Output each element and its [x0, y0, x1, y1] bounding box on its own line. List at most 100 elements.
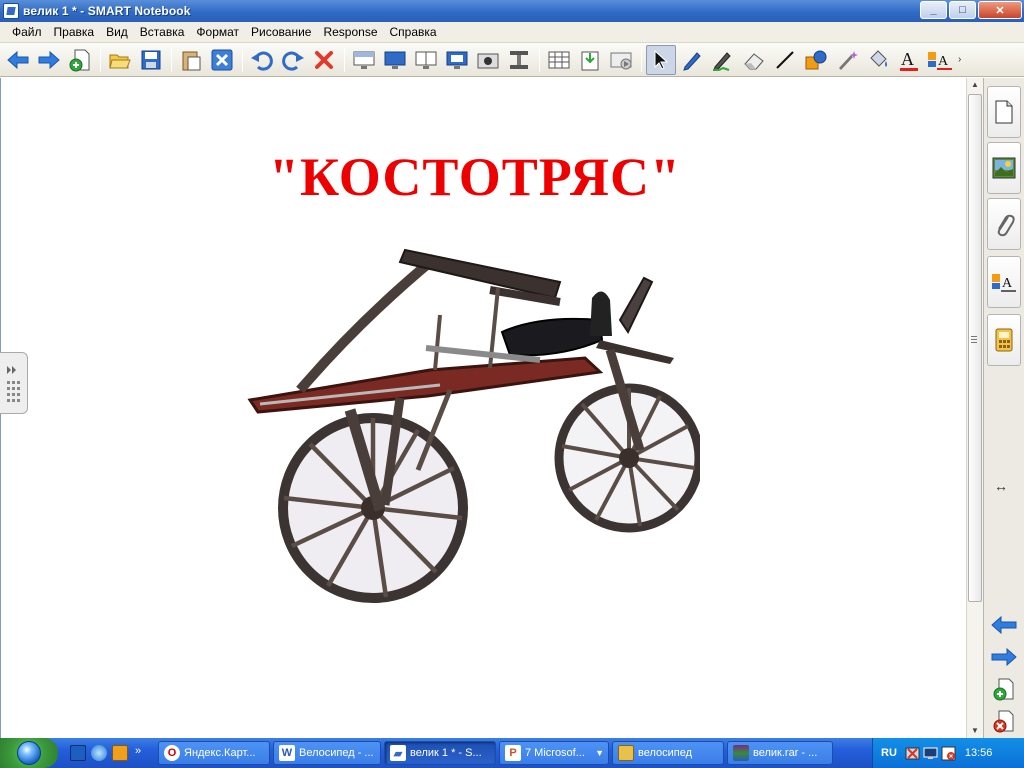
svg-text:A: A [901, 49, 914, 69]
clock[interactable]: 13:56 [965, 747, 993, 759]
quick-launch: » [70, 745, 151, 761]
winrar-icon [733, 745, 749, 761]
menu-view[interactable]: Вид [100, 25, 134, 39]
screen-shade-icon[interactable] [349, 45, 379, 75]
language-indicator[interactable]: RU [881, 747, 897, 759]
delete-page-sidebar-icon[interactable] [990, 708, 1018, 734]
delete-icon[interactable] [309, 45, 339, 75]
paste-icon[interactable] [176, 45, 206, 75]
creative-pen-icon[interactable] [708, 45, 738, 75]
svg-text:A: A [1002, 276, 1013, 291]
insert-video-icon[interactable] [606, 45, 636, 75]
document-camera-icon[interactable] [504, 45, 534, 75]
task-winrar[interactable]: велик.rar - ... [727, 741, 833, 765]
scroll-grip-icon [971, 336, 977, 343]
properties-icon: A [992, 274, 1016, 292]
close-button[interactable]: ✕ [978, 1, 1022, 19]
pen-icon[interactable] [677, 45, 707, 75]
full-screen-icon[interactable] [380, 45, 410, 75]
scroll-down-icon[interactable]: ▼ [967, 724, 983, 738]
smart-notebook-icon [3, 3, 19, 19]
window-controls: _ □ ✕ [920, 1, 1022, 19]
start-button[interactable] [0, 738, 58, 768]
import-icon[interactable] [575, 45, 605, 75]
display-icon[interactable] [923, 746, 938, 761]
word-icon: W [279, 745, 295, 761]
windows-logo-icon [17, 741, 41, 765]
redo-icon[interactable] [278, 45, 308, 75]
smart-notebook-icon: ▰ [390, 745, 406, 761]
folder-icon [618, 745, 634, 761]
page-sorter-tab[interactable] [987, 86, 1021, 138]
vertical-scrollbar[interactable]: ▲ ▼ [966, 78, 983, 738]
toolbar-more-icon[interactable]: › [958, 54, 961, 65]
security-alert-icon[interactable] [941, 746, 956, 761]
properties-tab[interactable]: A [987, 256, 1021, 308]
menu-file[interactable]: Файл [6, 25, 48, 39]
save-icon[interactable] [136, 45, 166, 75]
resize-sidebar-icon[interactable]: ↔ [994, 478, 1008, 494]
task-label: велик 1 * - S... [410, 747, 482, 759]
next-page-icon[interactable] [990, 644, 1018, 670]
scroll-thumb[interactable] [968, 94, 982, 602]
task-opera[interactable]: O Яндекс.Карт... [158, 741, 270, 765]
shapes-icon[interactable] [801, 45, 831, 75]
system-tray: RU 13:56 [872, 738, 1024, 768]
back-arrow-icon[interactable] [3, 45, 33, 75]
network-disconnected-icon[interactable] [905, 746, 920, 761]
scroll-up-icon[interactable]: ▲ [967, 78, 983, 92]
menu-insert[interactable]: Вставка [134, 25, 191, 39]
add-ons-tab[interactable] [987, 314, 1021, 366]
magic-pen-icon[interactable] [832, 45, 862, 75]
draisine-bicycle-image[interactable] [240, 240, 700, 620]
quick-launch-more-icon[interactable]: » [135, 745, 151, 761]
task-label: велосипед [638, 747, 693, 759]
media-player-icon[interactable] [112, 745, 128, 761]
properties-icon[interactable]: A [925, 45, 955, 75]
menu-response[interactable]: Response [317, 25, 383, 39]
dual-page-icon[interactable] [411, 45, 441, 75]
maximize-button[interactable]: □ [949, 1, 976, 19]
task-word[interactable]: W Велосипед - ... [273, 741, 381, 765]
eraser-icon[interactable] [739, 45, 769, 75]
capture-icon[interactable] [473, 45, 503, 75]
previous-page-icon[interactable] [990, 612, 1018, 638]
insert-table-icon[interactable] [544, 45, 574, 75]
title-bar: велик 1 * - SMART Notebook _ □ ✕ [0, 0, 1024, 22]
internet-explorer-icon[interactable] [91, 745, 107, 761]
open-folder-icon[interactable] [105, 45, 135, 75]
task-smart-notebook[interactable]: ▰ велик 1 * - S... [384, 741, 496, 765]
attachments-tab[interactable] [987, 198, 1021, 250]
add-page-icon[interactable] [65, 45, 95, 75]
menu-draw[interactable]: Рисование [245, 25, 317, 39]
task-powerpoint-group[interactable]: P 7 Microsof... ▼ [499, 741, 609, 765]
show-desktop-icon[interactable] [70, 745, 86, 761]
svg-text:A: A [938, 54, 949, 69]
menu-help[interactable]: Справка [384, 25, 443, 39]
gallery-tab[interactable] [987, 142, 1021, 194]
fill-icon[interactable] [863, 45, 893, 75]
menu-edit[interactable]: Правка [48, 25, 101, 39]
side-panel-toggle[interactable] [0, 352, 28, 414]
undo-icon[interactable] [247, 45, 277, 75]
task-folder[interactable]: велосипед [612, 741, 724, 765]
line-icon[interactable] [770, 45, 800, 75]
gallery-icon [992, 157, 1016, 179]
panel-expand-icon [7, 366, 20, 402]
transparent-background-icon[interactable] [442, 45, 472, 75]
menu-bar: Файл Правка Вид Вставка Формат Рисование… [0, 22, 1024, 43]
task-label: Велосипед - ... [299, 747, 374, 759]
add-page-sidebar-icon[interactable] [990, 676, 1018, 702]
slide-title[interactable]: "КОСТОТРЯС" [250, 146, 700, 208]
menu-format[interactable]: Формат [190, 25, 245, 39]
task-label: Яндекс.Карт... [184, 747, 256, 759]
add-ons-icon [995, 328, 1013, 352]
minimize-button[interactable]: _ [920, 1, 947, 19]
forward-arrow-icon[interactable] [34, 45, 64, 75]
delete-page-icon[interactable] [207, 45, 237, 75]
toolbar-separator [641, 47, 642, 72]
front-wheel [278, 413, 468, 603]
select-pointer-icon[interactable] [646, 44, 676, 75]
text-icon[interactable]: A [894, 45, 924, 75]
taskbar: » O Яндекс.Карт... W Велосипед - ... ▰ в… [0, 738, 1024, 768]
